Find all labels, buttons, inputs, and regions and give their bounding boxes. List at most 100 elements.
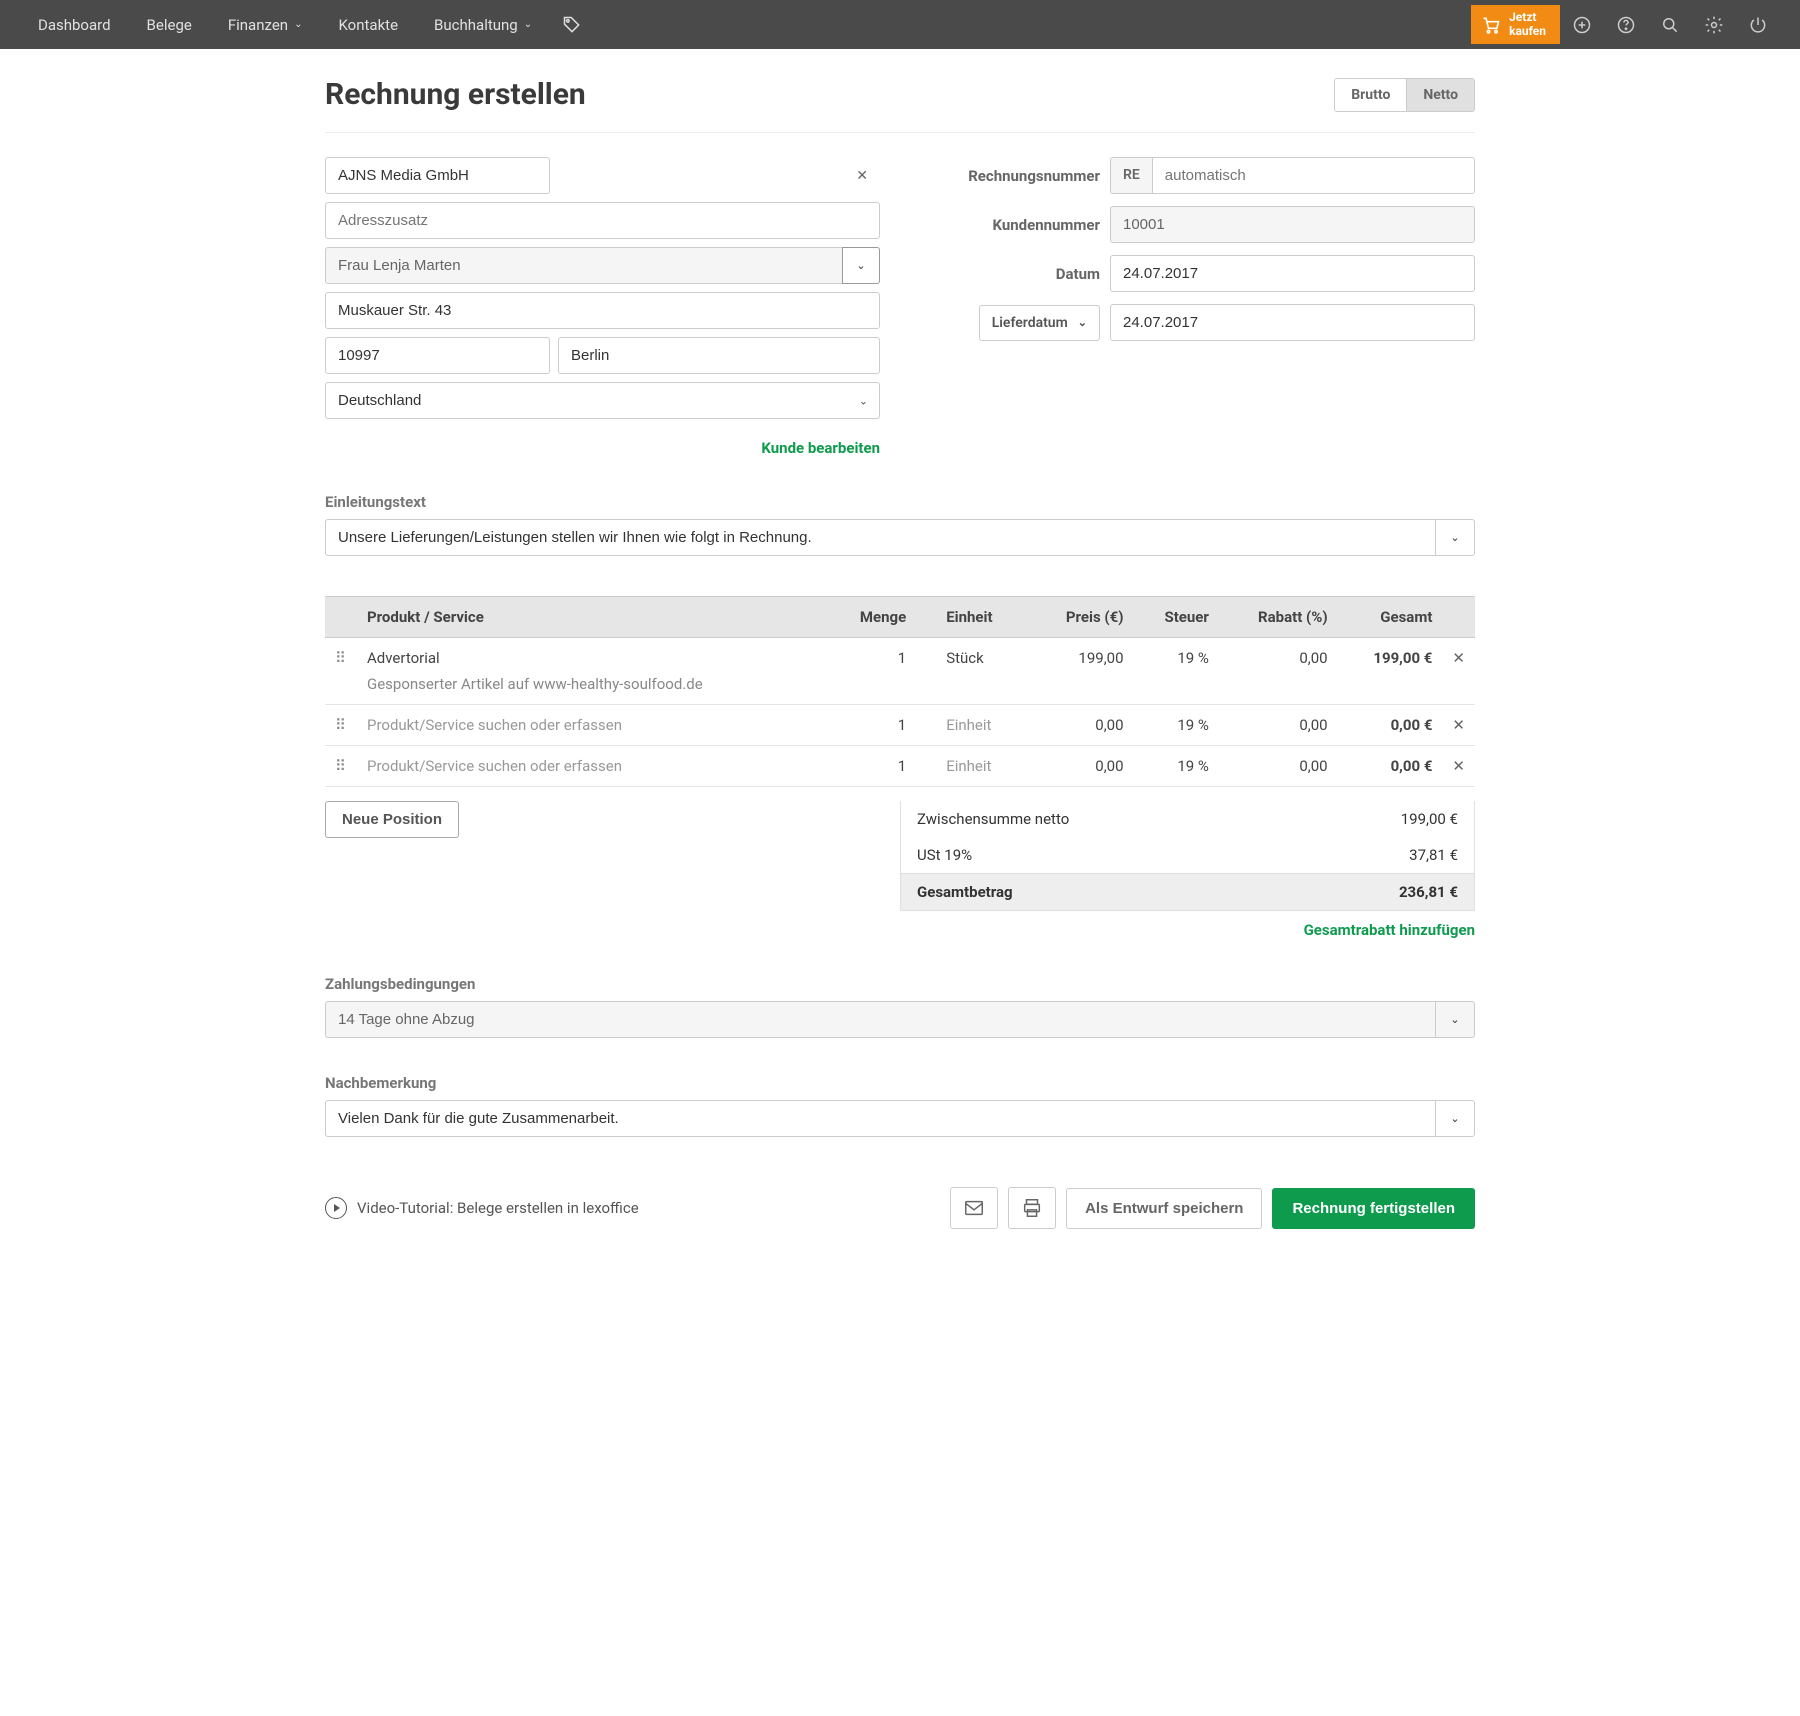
email-button[interactable]: [950, 1187, 998, 1229]
totals-row: Gesamtbetrag236,81 €: [901, 873, 1474, 910]
nav-dashboard[interactable]: Dashboard: [20, 0, 129, 49]
add-icon[interactable]: [1560, 0, 1604, 49]
new-position-button[interactable]: Neue Position: [325, 801, 459, 838]
gross-net-toggle: Brutto Netto: [1334, 78, 1475, 112]
cell-price[interactable]: 199,00: [1031, 638, 1134, 705]
nav-buchhaltung[interactable]: Buchhaltung⌄: [416, 0, 550, 49]
drag-handle-icon[interactable]: ⠿: [325, 746, 357, 787]
cell-price[interactable]: 0,00: [1031, 746, 1134, 787]
chevron-down-icon: ⌄: [1450, 1112, 1459, 1125]
drag-handle-icon[interactable]: ⠿: [325, 705, 357, 746]
payment-dropdown[interactable]: ⌄: [1435, 1001, 1475, 1038]
nav-finanzen[interactable]: Finanzen⌄: [210, 0, 321, 49]
print-button[interactable]: [1008, 1187, 1056, 1229]
delete-row-icon[interactable]: ✕: [1442, 638, 1475, 705]
cell-qty[interactable]: 1: [828, 746, 916, 787]
totals-row: USt 19%37,81 €: [901, 837, 1474, 873]
chevron-down-icon: ⌄: [524, 19, 532, 30]
clear-company-icon[interactable]: ✕: [856, 168, 868, 184]
col-tax: Steuer: [1134, 597, 1219, 638]
nav-right: Jetzt kaufen: [1471, 0, 1780, 49]
cell-total: 199,00 €: [1338, 638, 1443, 705]
nav-left: Dashboard Belege Finanzen⌄ Kontakte Buch…: [20, 0, 582, 49]
col-unit: Einheit: [916, 597, 1030, 638]
invoice-prefix: RE: [1110, 157, 1152, 194]
cart-icon: [1481, 15, 1501, 35]
intro-text-input[interactable]: [325, 519, 1435, 556]
chevron-down-icon: ⌄: [1078, 316, 1087, 329]
nav-kontakte[interactable]: Kontakte: [320, 0, 416, 49]
cell-tax[interactable]: 19 %: [1134, 638, 1219, 705]
table-row: ⠿ Advertorial Gesponserter Artikel auf w…: [325, 638, 1475, 705]
col-product: Produkt / Service: [357, 597, 828, 638]
toggle-brutto[interactable]: Brutto: [1335, 79, 1406, 111]
cell-unit[interactable]: Stück: [916, 638, 1030, 705]
power-icon[interactable]: [1736, 0, 1780, 49]
col-qty: Menge: [828, 597, 916, 638]
date-label: Datum: [920, 265, 1100, 283]
zip-input[interactable]: [325, 337, 550, 374]
delivery-date-type[interactable]: Lieferdatum ⌄: [979, 305, 1100, 341]
cell-unit[interactable]: Einheit: [916, 705, 1030, 746]
chevron-down-icon: ⌄: [1450, 1013, 1459, 1026]
date-input[interactable]: [1110, 255, 1475, 292]
invoice-number-label: Rechnungsnummer: [920, 167, 1100, 185]
invoice-meta: Rechnungsnummer RE Kundennummer Datum Li…: [920, 157, 1475, 457]
intro-dropdown[interactable]: ⌄: [1435, 519, 1475, 556]
street-input[interactable]: [325, 292, 880, 329]
contact-dropdown[interactable]: ⌄: [842, 247, 880, 284]
cell-product[interactable]: Produkt/Service suchen oder erfassen: [357, 746, 828, 787]
col-discount: Rabatt (%): [1219, 597, 1338, 638]
cell-discount[interactable]: 0,00: [1219, 705, 1338, 746]
addr2-input[interactable]: [325, 202, 880, 239]
cell-product[interactable]: Produkt/Service suchen oder erfassen: [357, 705, 828, 746]
delete-row-icon[interactable]: ✕: [1442, 746, 1475, 787]
remarks-dropdown[interactable]: ⌄: [1435, 1100, 1475, 1137]
cell-discount[interactable]: 0,00: [1219, 638, 1338, 705]
remarks-input[interactable]: [325, 1100, 1435, 1137]
intro-label: Einleitungstext: [325, 493, 1475, 511]
delivery-date-input[interactable]: [1110, 304, 1475, 341]
buy-now-button[interactable]: Jetzt kaufen: [1471, 5, 1560, 43]
gear-icon[interactable]: [1692, 0, 1736, 49]
tutorial-link[interactable]: Video-Tutorial: Belege erstellen in lexo…: [325, 1197, 639, 1219]
cell-price[interactable]: 0,00: [1031, 705, 1134, 746]
toggle-netto[interactable]: Netto: [1406, 79, 1474, 111]
drag-handle-icon[interactable]: ⠿: [325, 638, 357, 705]
payment-label: Zahlungsbedingungen: [325, 975, 1475, 993]
tag-icon[interactable]: [562, 15, 582, 35]
edit-customer-link[interactable]: Kunde bearbeiten: [325, 439, 880, 457]
country-select[interactable]: [325, 382, 880, 419]
col-price: Preis (€): [1031, 597, 1134, 638]
city-input[interactable]: [558, 337, 880, 374]
company-input[interactable]: [325, 157, 550, 194]
totals-box: Zwischensumme netto199,00 €USt 19%37,81 …: [900, 801, 1475, 911]
add-discount-link[interactable]: Gesamtrabatt hinzufügen: [900, 921, 1475, 939]
contact-input[interactable]: [325, 247, 842, 284]
search-icon[interactable]: [1648, 0, 1692, 49]
delete-row-icon[interactable]: ✕: [1442, 705, 1475, 746]
chevron-down-icon: ⌄: [856, 259, 865, 272]
finalize-button[interactable]: Rechnung fertigstellen: [1272, 1188, 1475, 1229]
invoice-number-input[interactable]: [1152, 157, 1475, 194]
cell-unit[interactable]: Einheit: [916, 746, 1030, 787]
chevron-down-icon: ⌄: [1450, 531, 1459, 544]
cell-tax[interactable]: 19 %: [1134, 746, 1219, 787]
print-icon: [1021, 1197, 1043, 1219]
cell-total: 0,00 €: [1338, 746, 1443, 787]
cell-tax[interactable]: 19 %: [1134, 705, 1219, 746]
save-draft-button[interactable]: Als Entwurf speichern: [1066, 1188, 1262, 1229]
page-title: Rechnung erstellen: [325, 77, 586, 112]
customer-number-input[interactable]: [1110, 206, 1475, 243]
navbar: Dashboard Belege Finanzen⌄ Kontakte Buch…: [0, 0, 1800, 49]
customer-number-label: Kundennummer: [920, 216, 1100, 234]
nav-belege[interactable]: Belege: [129, 0, 210, 49]
cell-qty[interactable]: 1: [828, 705, 916, 746]
chevron-down-icon: ⌄: [294, 19, 302, 30]
col-total: Gesamt: [1338, 597, 1443, 638]
cell-product[interactable]: Advertorial Gesponserter Artikel auf www…: [357, 638, 828, 705]
cell-discount[interactable]: 0,00: [1219, 746, 1338, 787]
cell-qty[interactable]: 1: [828, 638, 916, 705]
payment-terms-input[interactable]: [325, 1001, 1435, 1038]
help-icon[interactable]: [1604, 0, 1648, 49]
